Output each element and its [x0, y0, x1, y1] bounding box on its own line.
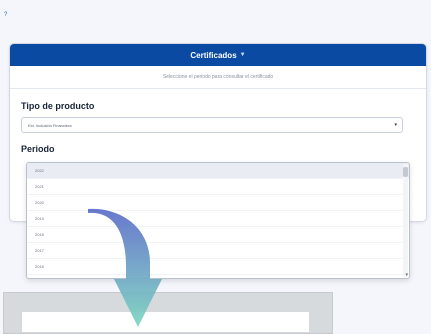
card-subtitle: Seleccione el periodo para consultar el … — [10, 66, 426, 89]
product-type-select[interactable]: Ext. Inclusión Financiera ▾ — [21, 117, 403, 133]
chevron-down-icon[interactable]: ▼ — [240, 52, 246, 58]
card-title: Certificados — [190, 50, 237, 60]
top-left-mark: ? — [4, 12, 8, 18]
product-type-value: Ext. Inclusión Financiera — [28, 122, 72, 128]
period-option[interactable]: 2021 — [27, 179, 409, 195]
card-header[interactable]: Certificados ▼ — [10, 44, 426, 66]
curved-arrow-graphic — [88, 208, 162, 327]
period-option[interactable]: 2022 — [27, 163, 409, 179]
dropdown-scroll-thumb[interactable] — [403, 167, 408, 177]
chevron-down-icon: ▾ — [394, 122, 397, 128]
scroll-down-arrow-icon[interactable]: ▾ — [405, 272, 408, 278]
product-type-label: Tipo de producto — [21, 101, 95, 111]
period-label: Periodo — [21, 144, 55, 154]
dropdown-scrollbar[interactable] — [403, 164, 408, 277]
